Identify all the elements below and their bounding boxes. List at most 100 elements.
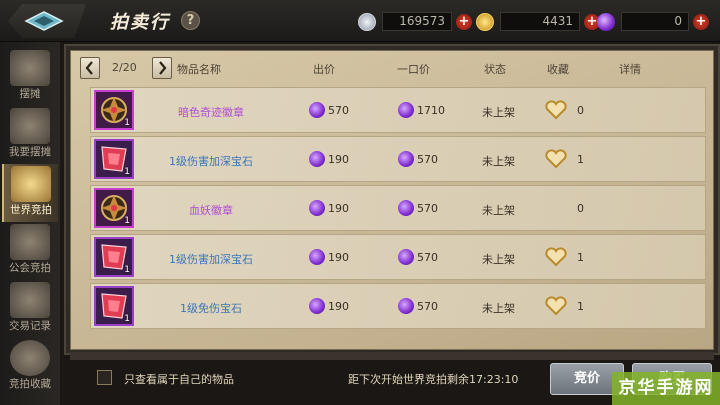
buyout-value: 570 [417, 201, 438, 215]
silver-amount: 169573 [382, 12, 452, 31]
header-buyout: 一口价 [397, 63, 430, 76]
heart-icon[interactable] [545, 149, 567, 169]
gold-coin-icon [476, 12, 494, 31]
gem-icon[interactable]: 1 [94, 286, 134, 326]
item-quantity: 1 [124, 167, 130, 177]
favorite-count: 1 [577, 153, 584, 166]
bid-value: 570 [328, 103, 349, 117]
header-item-name: 物品名称 [177, 63, 221, 76]
purple-gem-icon [309, 298, 325, 314]
gem-icon[interactable]: 1 [94, 139, 134, 179]
item-quantity: 1 [124, 314, 130, 324]
buyout-value: 570 [417, 299, 438, 313]
gem-icon[interactable]: 1 [94, 237, 134, 277]
favorite-count: 1 [577, 300, 584, 313]
buyout-value: 1710 [417, 103, 445, 117]
table-row[interactable]: 1 血妖徽章 190 570 未上架 0 [90, 185, 706, 231]
buyout-price: 1710 [398, 102, 445, 118]
buyout-price: 570 [398, 298, 438, 314]
purple-gem-icon [597, 12, 615, 31]
heart-icon[interactable] [545, 247, 567, 267]
status-label: 未上架 [482, 253, 515, 266]
scales-icon [10, 224, 50, 260]
sidebar-item-my-stall[interactable]: 我要摆摊 [2, 106, 58, 164]
purple-gem-icon [398, 249, 414, 265]
status-label: 未上架 [482, 204, 515, 217]
item-quantity: 1 [124, 118, 130, 128]
sidebar-item-auction-favorites[interactable]: 竞拍收藏 [2, 338, 58, 396]
header-status: 状态 [484, 63, 506, 76]
page-indicator: 2/20 [112, 61, 137, 74]
chevron-right-icon [159, 61, 167, 75]
table-row[interactable]: 1 1级伤害加深宝石 190 570 未上架 1 [90, 234, 706, 280]
sidebar-item-trade-records[interactable]: 交易记录 [2, 280, 58, 338]
gem-amount: 0 [621, 12, 689, 31]
purple-gem-icon [309, 249, 325, 265]
next-page-button[interactable] [152, 57, 172, 79]
table-row[interactable]: 1 1级免伤宝石 190 570 未上架 1 [90, 283, 706, 329]
scales-icon [11, 166, 51, 202]
item-name: 1级伤害加深宝石 [169, 253, 253, 266]
only-mine-checkbox[interactable] [97, 370, 112, 385]
item-name: 1级伤害加深宝石 [169, 155, 253, 168]
prev-page-button[interactable] [80, 57, 100, 79]
buyout-value: 570 [417, 250, 438, 264]
buyout-price: 570 [398, 200, 438, 216]
item-name: 血妖徽章 [189, 204, 233, 217]
top-bar: 拍卖行 ? 169573 + 4431 + 0 + [0, 0, 720, 42]
ring-icon [10, 340, 50, 376]
gold-currency: 4431 + [476, 12, 600, 31]
back-button[interactable] [8, 4, 86, 38]
bid-price: 190 [309, 298, 349, 314]
page-title: 拍卖行 [110, 12, 170, 33]
watermark: 京华手游网 [612, 372, 720, 405]
bid-price: 190 [309, 249, 349, 265]
purple-gem-icon [398, 200, 414, 216]
badge-icon[interactable]: 1 [94, 90, 134, 130]
bid-value: 190 [328, 201, 349, 215]
bid-value: 190 [328, 250, 349, 264]
buyout-price: 570 [398, 151, 438, 167]
buyout-price: 570 [398, 249, 438, 265]
add-gems-button[interactable]: + [693, 13, 709, 30]
diamond-arrow-icon [24, 11, 64, 31]
badge-icon[interactable]: 1 [94, 188, 134, 228]
table-row[interactable]: 1 1级伤害加深宝石 190 570 未上架 1 [90, 136, 706, 182]
purple-gem-icon [398, 298, 414, 314]
gold-amount: 4431 [500, 12, 580, 31]
buyout-value: 570 [417, 152, 438, 166]
sidebar-item-stall[interactable]: 摆摊 [2, 48, 58, 106]
status-label: 未上架 [482, 155, 515, 168]
heart-icon[interactable] [545, 296, 567, 316]
purple-gem-icon [398, 151, 414, 167]
auction-countdown: 距下次开始世界竞拍剩余17:23:10 [348, 373, 519, 386]
header-bid: 出价 [313, 63, 335, 76]
purple-gem-icon [398, 102, 414, 118]
sidebar-item-guild-auction[interactable]: 公会竞拍 [2, 222, 58, 280]
status-label: 未上架 [482, 106, 515, 119]
sidebar: 摆摊 我要摆摊 世界竞拍 公会竞拍 交易记录 竞拍收藏 [0, 42, 60, 405]
cart-icon [10, 108, 50, 144]
status-label: 未上架 [482, 302, 515, 315]
bid-value: 190 [328, 299, 349, 313]
help-icon[interactable]: ? [181, 11, 200, 30]
purple-gem-icon [309, 102, 325, 118]
add-silver-button[interactable]: + [456, 13, 472, 30]
cart-icon [10, 50, 50, 86]
bid-price: 190 [309, 151, 349, 167]
scroll-icon [10, 282, 50, 318]
purple-gem-icon [309, 151, 325, 167]
favorite-count: 1 [577, 251, 584, 264]
bid-price: 190 [309, 200, 349, 216]
item-quantity: 1 [124, 265, 130, 275]
item-name: 1级免伤宝石 [180, 302, 242, 315]
bid-value: 190 [328, 152, 349, 166]
table-row[interactable]: 1 暗色奇迹徽章 570 1710 未上架 0 [90, 87, 706, 133]
sidebar-item-world-auction[interactable]: 世界竞拍 [2, 164, 58, 222]
gem-currency: 0 + [597, 12, 709, 31]
header-detail: 详情 [619, 63, 641, 76]
heart-icon[interactable] [545, 100, 567, 120]
favorite-count: 0 [577, 202, 584, 215]
silver-currency: 169573 + [358, 12, 472, 31]
bid-price: 570 [309, 102, 349, 118]
